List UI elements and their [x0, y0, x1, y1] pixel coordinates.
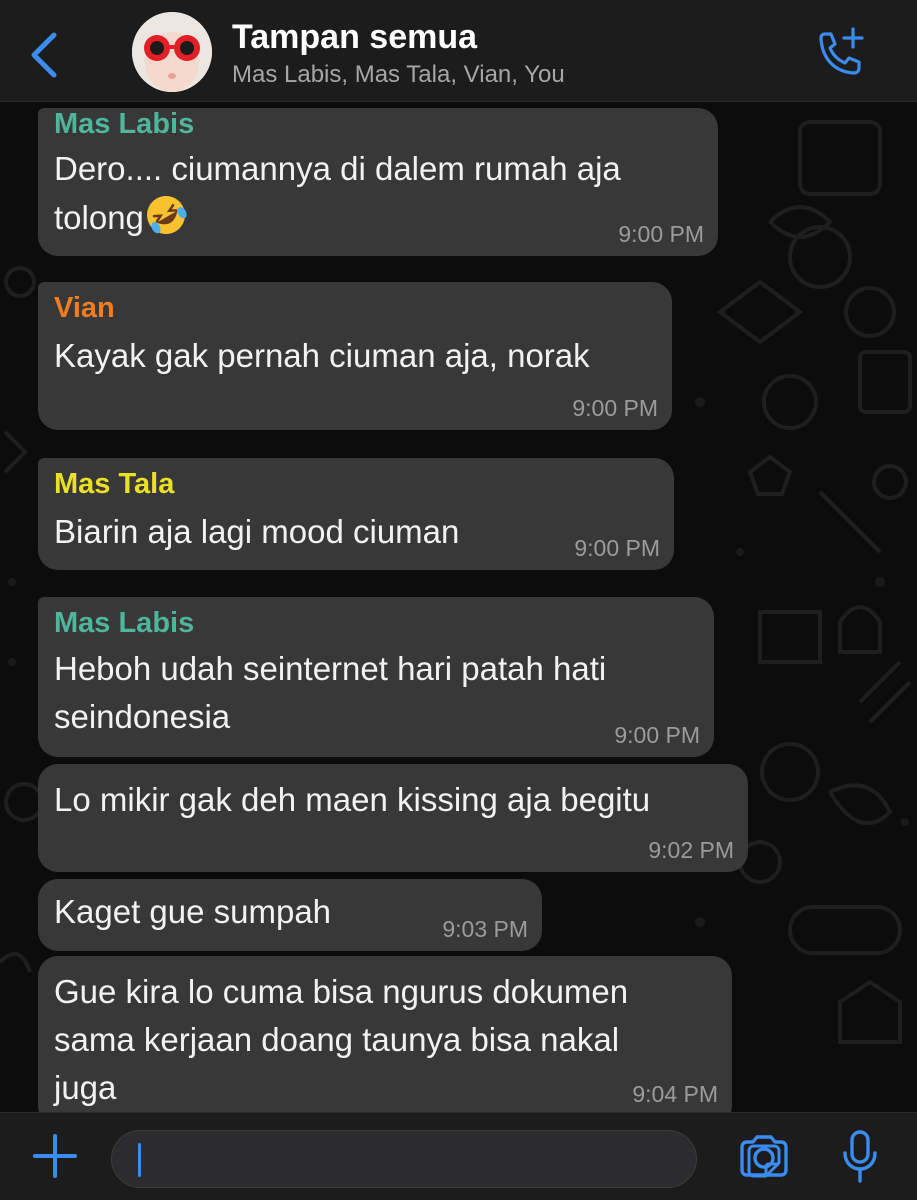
- microphone-icon[interactable]: [840, 1129, 880, 1185]
- message-text: Heboh udah seinternet hari patah hati se…: [54, 650, 607, 735]
- message-bubble[interactable]: Mas Labis Dero.... ciumannya di dalem ru…: [38, 108, 718, 256]
- sender-name: Vian: [54, 292, 115, 324]
- message-time: 9:00 PM: [614, 722, 700, 748]
- group-avatar[interactable]: [132, 12, 212, 92]
- message-list[interactable]: Mas Labis Dero.... ciumannya di dalem ru…: [0, 102, 917, 1112]
- group-members[interactable]: Mas Labis, Mas Tala, Vian, You: [232, 61, 565, 89]
- message-text: Dero.... ciumannya di dalem rumah aja to…: [54, 145, 621, 242]
- message-bubble[interactable]: Mas Tala Biarin aja lagi mood ciuman 9:0…: [38, 458, 674, 570]
- message-time: 9:00 PM: [572, 395, 658, 421]
- camera-icon[interactable]: [738, 1133, 790, 1179]
- chat-header: Tampan semua Mas Labis, Mas Tala, Vian, …: [0, 0, 917, 102]
- text-caret: [138, 1143, 141, 1177]
- composer-bar: [0, 1112, 917, 1200]
- add-call-icon[interactable]: [812, 26, 868, 82]
- message-input[interactable]: [111, 1130, 781, 1188]
- back-chevron-icon[interactable]: [26, 30, 60, 80]
- rolling-on-floor-laughing-icon: [146, 196, 187, 234]
- message-time: 9:03 PM: [442, 916, 528, 942]
- message-bubble[interactable]: Vian Kayak gak pernah ciuman aja, norak …: [38, 282, 672, 430]
- message-text: Lo mikir gak deh maen kissing aja begitu: [54, 781, 651, 818]
- message-text: Biarin aja lagi mood ciuman: [54, 513, 460, 550]
- sender-name: Mas Labis: [54, 607, 195, 639]
- message-text: Kaget gue sumpah: [54, 893, 332, 930]
- message-text: Kayak gak pernah ciuman aja, norak: [54, 337, 590, 374]
- sender-name: Mas Labis: [54, 108, 195, 140]
- message-time: 9:00 PM: [574, 535, 660, 561]
- sender-name: Mas Tala: [54, 468, 175, 500]
- message-text: Gue kira lo cuma bisa ngurus dokumen sam…: [54, 973, 629, 1106]
- plus-icon[interactable]: [32, 1133, 78, 1179]
- message-time: 9:02 PM: [648, 837, 734, 863]
- message-time: 9:04 PM: [632, 1081, 718, 1107]
- message-bubble[interactable]: Kaget gue sumpah 9:03 PM: [38, 879, 542, 951]
- message-time: 9:00 PM: [618, 221, 704, 247]
- message-bubble[interactable]: Mas Labis Heboh udah seinternet hari pat…: [38, 597, 714, 757]
- baby-with-sunglasses-icon: [132, 12, 212, 92]
- message-bubble[interactable]: Lo mikir gak deh maen kissing aja begitu…: [38, 764, 748, 872]
- message-bubble[interactable]: Gue kira lo cuma bisa ngurus dokumen sam…: [38, 956, 732, 1112]
- chat-title[interactable]: Tampan semua: [232, 18, 477, 57]
